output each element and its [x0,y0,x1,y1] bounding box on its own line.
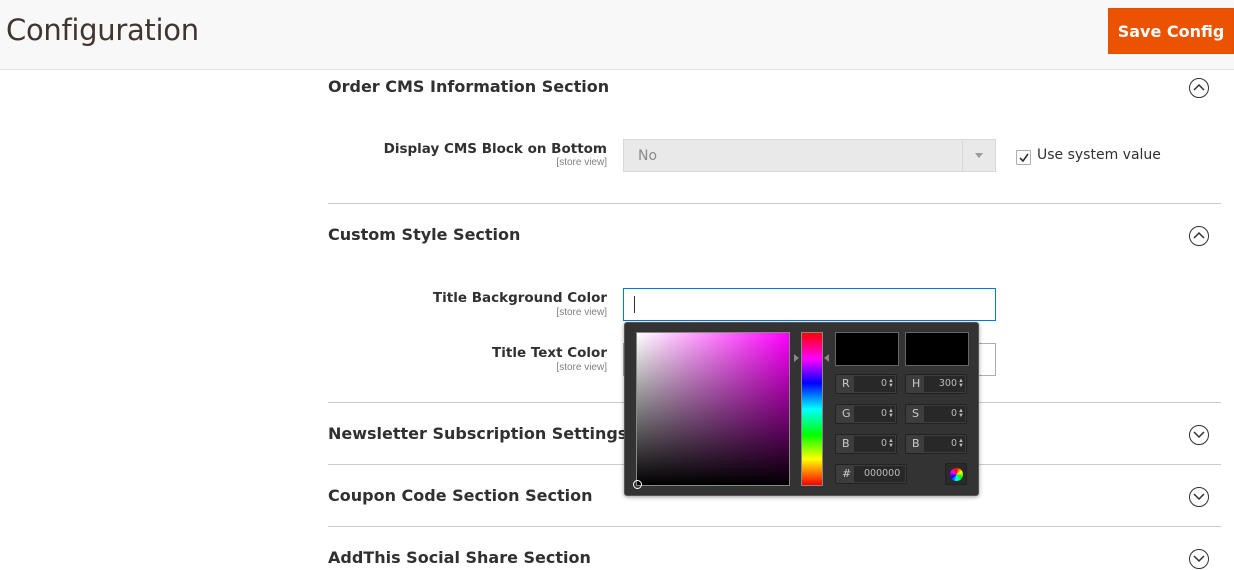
hex-field-letter: # [842,467,852,480]
section-divider [328,526,1221,527]
display-cms-select[interactable]: No [623,139,996,172]
brightness-field-letter: B [912,437,920,450]
color-wheel-icon [950,468,963,481]
spinner-icon[interactable]: ▲ ▼ [888,408,894,419]
field-label-title-bg-color: Title Background Color [432,290,607,306]
red-field[interactable]: R 0 ▲ ▼ [835,374,897,394]
red-field-value[interactable]: 0 [881,378,887,389]
expand-icon-addthis[interactable] [1189,549,1209,569]
saturation-field-letter: S [912,407,919,420]
spinner-icon[interactable]: ▲ ▼ [958,378,964,389]
hue-field-letter: H [912,377,921,390]
new-color-swatch [835,332,899,366]
scope-label-display-cms: [store view] [556,157,607,168]
expand-icon-newsletter[interactable] [1189,425,1209,445]
hue-arrow-left-icon [794,354,799,362]
colorpicker-popup: R 0 ▲ ▼ G 0 ▲ ▼ B 0 ▲ ▼ H 300 ▲ ▼ S 0 ▲ ▼ B 0… [624,322,979,496]
save-config-button[interactable]: Save Config [1108,8,1234,54]
sv-selector-handle[interactable] [633,480,642,489]
section-title-order-cms[interactable]: Order CMS Information Section [328,77,609,96]
text-caret [634,296,635,313]
spinner-icon[interactable]: ▲ ▼ [958,408,964,419]
display-cms-select-value: No [638,148,658,164]
section-title-addthis[interactable]: AddThis Social Share Section [328,548,591,567]
spinner-icon[interactable]: ▲ ▼ [958,438,964,449]
field-label-title-text-color: Title Text Color [492,345,607,361]
section-title-newsletter[interactable]: Newsletter Subscription Settings [328,424,627,443]
title-bg-color-input[interactable] [623,288,996,321]
blue-field-value[interactable]: 0 [881,438,887,449]
use-system-value-label[interactable]: Use system value [1037,147,1161,163]
page-title: Configuration [6,13,199,47]
current-color-swatch[interactable] [905,332,969,366]
green-field[interactable]: G 0 ▲ ▼ [835,404,897,424]
blue-field[interactable]: B 0 ▲ ▼ [835,434,897,454]
spinner-icon[interactable]: ▲ ▼ [888,438,894,449]
scope-label-title-text-color: [store view] [556,362,607,373]
green-field-letter: G [842,407,851,420]
hue-field[interactable]: H 300 ▲ ▼ [905,374,967,394]
use-system-value-checkbox[interactable] [1016,150,1031,165]
hue-field-value[interactable]: 300 [939,378,957,389]
field-label-display-cms: Display CMS Block on Bottom [383,141,607,157]
spinner-icon[interactable]: ▲ ▼ [888,378,894,389]
section-title-coupon-code[interactable]: Coupon Code Section Section [328,486,592,505]
hue-arrow-right-icon [824,354,829,362]
red-field-letter: R [842,377,850,390]
section-title-custom-style[interactable]: Custom Style Section [328,225,520,244]
hue-slider[interactable] [801,332,823,486]
collapse-icon-order-cms[interactable] [1189,78,1209,98]
chevron-down-icon [975,153,983,158]
brightness-field-value[interactable]: 0 [951,438,957,449]
colorpicker-submit-button[interactable] [945,463,967,485]
brightness-field[interactable]: B 0 ▲ ▼ [905,434,967,454]
blue-field-letter: B [842,437,850,450]
hex-field[interactable]: # 000000 [835,464,907,484]
hex-field-value[interactable]: 000000 [864,468,900,479]
scope-label-title-bg-color: [store view] [556,307,607,318]
green-field-value[interactable]: 0 [881,408,887,419]
saturation-field[interactable]: S 0 ▲ ▼ [905,404,967,424]
saturation-field-value[interactable]: 0 [951,408,957,419]
select-arrow-box [962,140,995,171]
expand-icon-coupon-code[interactable] [1189,487,1209,507]
page-header: Configuration Save Config [0,0,1234,70]
saturation-brightness-area[interactable] [633,332,790,489]
section-divider [328,203,1221,204]
collapse-icon-custom-style[interactable] [1189,226,1209,246]
